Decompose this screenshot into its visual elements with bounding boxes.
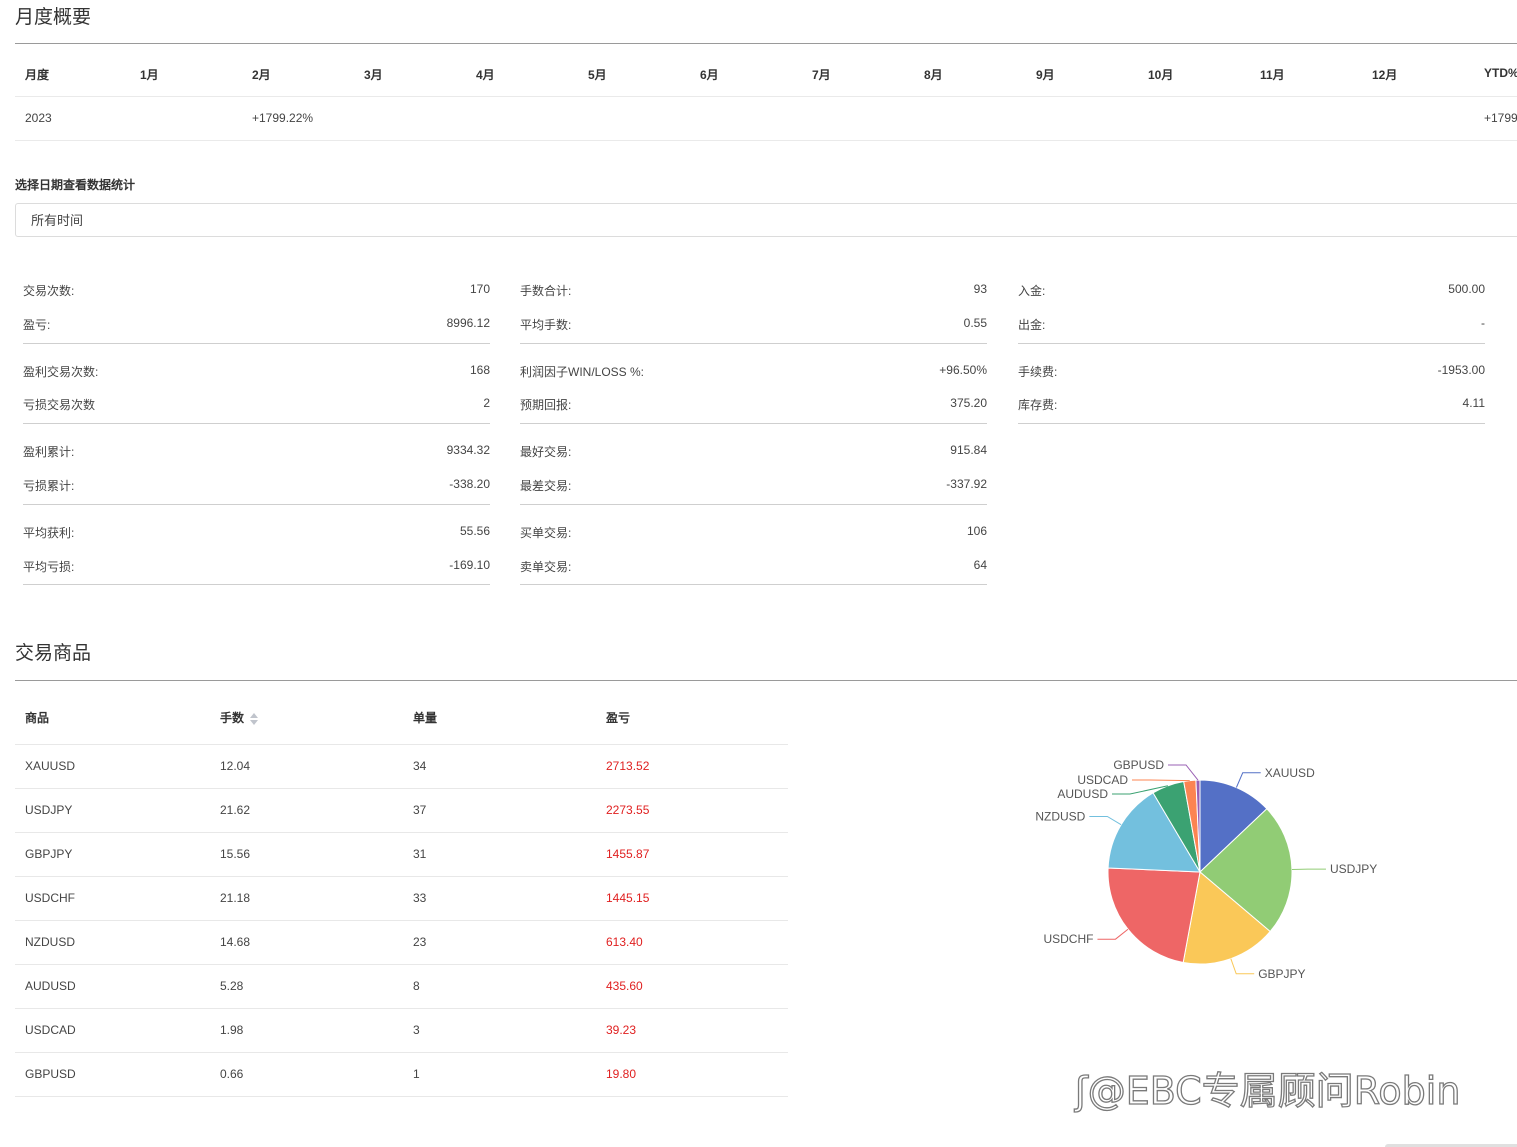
- stat-avg-profit: 平均获利: 55.56: [23, 524, 490, 540]
- stat-avg-lots: 平均手数: 0.55: [520, 316, 987, 332]
- pie-label-usdjpy: USDJPY: [1330, 862, 1377, 876]
- pie-label-audusd: AUDUSD: [1057, 787, 1108, 801]
- date-filter-label: 选择日期查看数据统计: [15, 178, 136, 192]
- monthly-feb-value: +1799.22%: [252, 111, 314, 125]
- stat-divider: [520, 343, 987, 344]
- instruments-title: 交易商品: [15, 643, 92, 664]
- stat-commission: 手续费: -1953.00: [1018, 363, 1485, 379]
- row-divider: [15, 1052, 788, 1053]
- stat-divider: [23, 504, 490, 505]
- stat-divider: [23, 423, 490, 424]
- pie-label-line: [1089, 815, 1122, 826]
- monthly-title-rule: [15, 43, 1517, 44]
- row-divider: [15, 788, 788, 789]
- stat-divider: [1018, 423, 1485, 424]
- row-divider: [15, 920, 788, 921]
- stat-withdrawal: 出金: -: [1018, 316, 1485, 332]
- stat-expected-return: 预期回报: 375.20: [520, 396, 987, 412]
- stat-pnl: 盈亏: 8996.12: [23, 316, 490, 332]
- stat-gross-profit: 盈利累计: 9334.32: [23, 443, 490, 459]
- monthly-ytd-value: +1799: [1484, 111, 1517, 125]
- stat-divider: [520, 504, 987, 505]
- app-logo-icon: ʃ: [1074, 1068, 1088, 1113]
- pie-label-line: [1230, 958, 1255, 975]
- col-head-apr: 4月: [476, 68, 495, 82]
- pie-label-line: [1097, 928, 1129, 940]
- col-head-symbol: 商品: [25, 711, 50, 725]
- pie-label-usdcad: USDCAD: [1077, 773, 1128, 787]
- stat-profit-factor: 利润因子WIN/LOSS %: +96.50%: [520, 363, 987, 379]
- date-range-select[interactable]: 所有时间: [15, 203, 1517, 237]
- monthly-year: 2023: [25, 111, 52, 125]
- instruments-title-rule: [15, 680, 1517, 681]
- col-head-oct: 10月: [1148, 68, 1174, 82]
- pie-label-line: [1132, 779, 1190, 782]
- row-divider: [15, 1096, 788, 1097]
- stat-trade-count: 交易次数: 170: [23, 282, 490, 298]
- col-head-jun: 6月: [700, 68, 719, 82]
- stat-sell-trades: 卖单交易: 64: [520, 558, 987, 574]
- monthly-row-divider: [15, 96, 1517, 97]
- watermark: ʃ@EBC专属顾问Robin: [1074, 1068, 1461, 1113]
- sort-caret-icon[interactable]: [250, 712, 259, 725]
- col-head-orders: 单量: [413, 711, 438, 725]
- stat-win-count: 盈利交易次数: 168: [23, 363, 490, 379]
- pie-label-line: [1168, 764, 1199, 781]
- col-head-may: 5月: [588, 68, 607, 82]
- col-head-aug: 8月: [924, 68, 943, 82]
- col-head-jul: 7月: [812, 68, 831, 82]
- col-head-lots[interactable]: 手数: [220, 709, 259, 726]
- stat-avg-loss: 平均亏损: -169.10: [23, 558, 490, 574]
- pie-label-xauusd: XAUUSD: [1265, 766, 1315, 780]
- row-divider: [15, 832, 788, 833]
- monthly-summary-title: 月度概要: [15, 7, 92, 28]
- pie-label-gbpjpy: GBPJPY: [1258, 967, 1305, 981]
- col-head-month: 月度: [25, 68, 50, 82]
- table-header-divider: [15, 744, 788, 745]
- stat-total-lots: 手数合计: 93: [520, 282, 987, 298]
- col-head-jan: 1月: [140, 68, 159, 82]
- row-divider: [15, 1008, 788, 1009]
- col-head-ytd: YTD%: [1484, 66, 1517, 80]
- row-divider: [15, 876, 788, 877]
- instruments-pie-chart: XAUUSD USDJPY GBPJPY USDCHF NZDUSD AUDUSDUSDC…: [1035, 758, 1377, 981]
- stat-divider: [520, 584, 987, 585]
- pie-label-line: [1235, 772, 1261, 788]
- col-head-nov: 11月: [1260, 68, 1285, 82]
- pie-label-gbpusd: GBPUSD: [1113, 758, 1164, 772]
- stat-divider: [23, 584, 490, 585]
- stat-buy-trades: 买单交易: 106: [520, 524, 987, 540]
- stat-divider: [520, 423, 987, 424]
- col-head-feb: 2月: [252, 68, 271, 82]
- stat-loss-count: 亏损交易次数 2: [23, 396, 490, 412]
- stat-divider: [1018, 343, 1485, 344]
- monthly-table-bottom: [15, 140, 1517, 141]
- stat-best-trade: 最好交易: 915.84: [520, 443, 987, 459]
- pie-label-nzdusd: NZDUSD: [1035, 809, 1085, 823]
- col-head-pnl: 盈亏: [606, 711, 631, 725]
- stat-gross-loss: 亏损累计: -338.20: [23, 477, 490, 493]
- stat-divider: [23, 343, 490, 344]
- pie-slice-usdchf[interactable]: [1107, 867, 1201, 964]
- stat-deposit: 入金: 500.00: [1018, 282, 1485, 298]
- col-head-mar: 3月: [364, 68, 383, 82]
- stat-swap: 库存费: 4.11: [1018, 396, 1485, 412]
- stat-worst-trade: 最差交易: -337.92: [520, 477, 987, 493]
- pie-label-usdchf: USDCHF: [1043, 932, 1093, 946]
- date-range-selected: 所有时间: [31, 213, 84, 228]
- col-head-dec: 12月: [1372, 68, 1398, 82]
- row-divider: [15, 964, 788, 965]
- col-head-sep: 9月: [1036, 68, 1055, 82]
